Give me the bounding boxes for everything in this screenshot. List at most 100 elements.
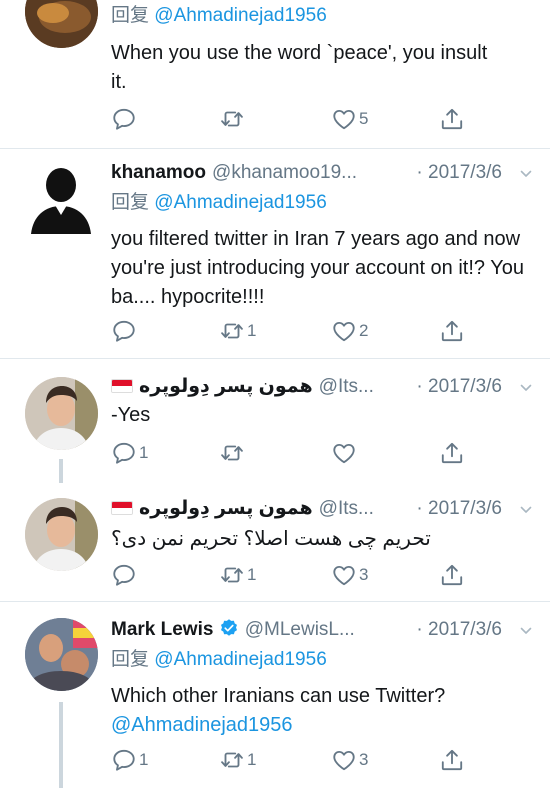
reply-mention-link[interactable]: @Ahmadinejad1956 [154, 649, 326, 670]
share-button[interactable] [439, 104, 465, 134]
tweet-header: khanamoo @khanamoo19... · 2017/3/6 [111, 159, 532, 187]
share-button[interactable] [439, 316, 465, 346]
like-count: 3 [359, 565, 369, 584]
reply-prefix: 回复 [111, 649, 150, 670]
like-button[interactable]: 5 [331, 104, 368, 134]
retweet-button[interactable] [219, 104, 247, 134]
share-icon [439, 440, 465, 466]
like-count: 2 [359, 321, 369, 340]
tweet-2[interactable]: همون پسر دِولوپره @Its... · 2017/3/6 -Yes… [0, 359, 550, 483]
avatar[interactable] [25, 618, 98, 691]
like-button[interactable] [331, 438, 359, 468]
retweet-count: 1 [247, 321, 257, 340]
reply-count: 1 [139, 443, 149, 462]
retweet-icon [219, 747, 245, 773]
avatar-image [25, 618, 98, 691]
flag-icon [111, 501, 133, 515]
tweet-header: همون پسر دِولوپره @Its... · 2017/3/6 [111, 495, 532, 523]
reply-prefix: 回复 [111, 5, 150, 26]
share-button[interactable] [439, 438, 465, 468]
retweet-icon [219, 440, 245, 466]
share-button[interactable] [439, 560, 465, 590]
author-name[interactable]: Mark Lewis [111, 619, 213, 640]
verified-icon [220, 619, 237, 636]
tweet-0[interactable]: 回复 @Ahmadinejad1956 When you use the wor… [0, 0, 550, 148]
reply-count: 1 [139, 750, 149, 769]
reply-icon [111, 106, 137, 132]
share-icon [439, 318, 465, 344]
reply-button[interactable] [111, 560, 139, 590]
author-handle[interactable]: @khanamoo19... [212, 162, 357, 183]
tweet-actions: 5 [111, 104, 481, 134]
reply-context: 回复 @Ahmadinejad1956 [111, 2, 532, 30]
avatar[interactable] [25, 377, 98, 450]
reply-icon [111, 440, 137, 466]
tweet-date[interactable]: · 2017/3/6 [416, 616, 502, 644]
like-icon [331, 318, 357, 344]
retweet-count: 1 [247, 565, 257, 584]
retweet-icon [219, 318, 245, 344]
caret-down-icon[interactable] [520, 625, 532, 637]
reply-icon [111, 747, 137, 773]
default-avatar-icon [31, 168, 91, 234]
author-name[interactable]: همون پسر دِولوپره [139, 498, 313, 519]
tweet-text-line: Which other Iranians can use Twitter? [111, 685, 446, 707]
avatar[interactable] [25, 498, 98, 571]
tweet-actions: 1 [111, 438, 481, 468]
reply-icon [111, 562, 137, 588]
caret-down-icon[interactable] [520, 504, 532, 516]
like-icon [331, 562, 357, 588]
avatar-image [25, 377, 98, 450]
like-button[interactable]: 3 [331, 560, 368, 590]
retweet-button[interactable] [219, 438, 247, 468]
reply-button[interactable]: 1 [111, 745, 148, 775]
share-icon [439, 562, 465, 588]
like-button[interactable]: 2 [331, 316, 368, 346]
tweet-4[interactable]: Mark Lewis @MLewisL... · 2017/3/6 回复 @Ah… [0, 602, 550, 788]
tweet-text: you filtered twitter in Iran 7 years ago… [111, 228, 524, 308]
author-name[interactable]: khanamoo [111, 162, 206, 183]
caret-down-icon[interactable] [520, 382, 532, 394]
reply-prefix: 回复 [111, 192, 150, 213]
tweet-text: When you use the word `peace', you insul… [111, 42, 488, 93]
flag-icon [111, 379, 133, 393]
reply-button[interactable]: 1 [111, 438, 148, 468]
tweet-mention-link[interactable]: @Ahmadinejad1956 [111, 711, 532, 740]
author-handle[interactable]: @Its... [319, 498, 374, 519]
tweet-text: -Yes [111, 404, 151, 426]
thread-line [59, 702, 63, 788]
author-handle[interactable]: @MLewisL... [245, 619, 355, 640]
tweet-date[interactable]: · 2017/3/6 [416, 373, 502, 401]
tweet-1[interactable]: khanamoo @khanamoo19... · 2017/3/6 回复 @Ah… [0, 149, 550, 357]
reply-mention-link[interactable]: @Ahmadinejad1956 [154, 5, 326, 26]
share-icon [439, 106, 465, 132]
reply-mention-link[interactable]: @Ahmadinejad1956 [154, 192, 326, 213]
tweet-3[interactable]: همون پسر دِولوپره @Its... · 2017/3/6 تحری… [0, 483, 550, 601]
reply-button[interactable] [111, 316, 139, 346]
avatar-image [25, 498, 98, 571]
like-count: 5 [359, 109, 369, 128]
tweet-actions: 1 2 [111, 316, 481, 346]
like-button[interactable]: 3 [331, 745, 368, 775]
retweet-icon [219, 562, 245, 588]
avatar[interactable] [25, 161, 98, 234]
author-handle[interactable]: @Its... [319, 376, 374, 397]
retweet-icon [219, 106, 245, 132]
author-name[interactable]: همون پسر دِولوپره [139, 376, 313, 397]
tweet-date[interactable]: · 2017/3/6 [416, 495, 502, 523]
share-button[interactable] [439, 745, 465, 775]
caret-down-icon[interactable] [520, 168, 532, 180]
tweet-actions: 1 1 3 [111, 745, 481, 775]
like-count: 3 [359, 750, 369, 769]
retweet-button[interactable]: 1 [219, 745, 256, 775]
avatar[interactable] [25, 0, 98, 48]
like-icon [331, 747, 357, 773]
tweet-text: تحریم چی هست اصلا؟ تحریم نمن دی؟ [111, 528, 431, 550]
retweet-button[interactable]: 1 [219, 316, 256, 346]
tweet-date[interactable]: · 2017/3/6 [416, 159, 502, 187]
tweet-actions: 1 3 [111, 560, 481, 590]
share-icon [439, 747, 465, 773]
retweet-button[interactable]: 1 [219, 560, 256, 590]
reply-button[interactable] [111, 104, 139, 134]
like-icon [331, 106, 357, 132]
